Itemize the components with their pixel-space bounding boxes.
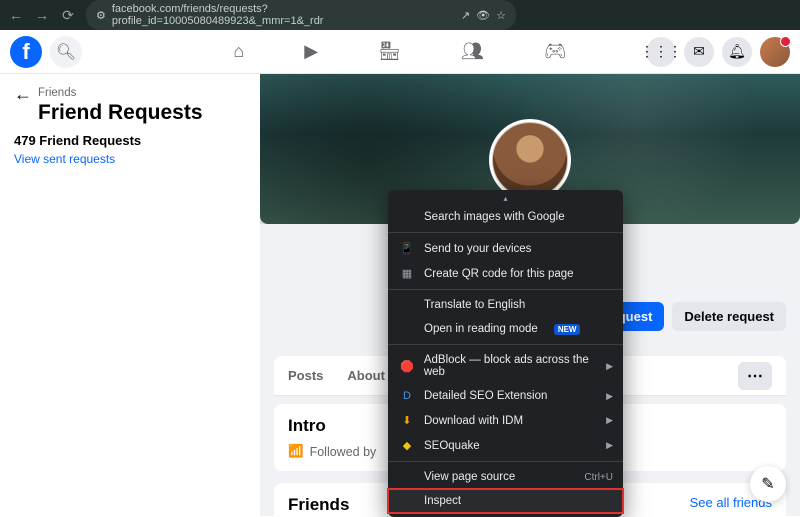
profile-picture[interactable] <box>489 119 571 201</box>
menu-item-label: Download with IDM <box>424 415 523 427</box>
facebook-top-bar: f 🔍︎ ⌂ ▶ 🏪︎ 👥︎ 🎮︎ ⋮⋮⋮ ✉ 🔔︎ <box>0 30 800 74</box>
reload-icon[interactable]: ⟳ <box>60 7 76 24</box>
forward-icon[interactable]: → <box>34 7 50 23</box>
context-menu: ▴ Search images with Google 📱 Send to your… <box>388 190 623 517</box>
context-menu-item[interactable]: 🛑 AdBlock — block ads across the web▶ <box>388 348 623 384</box>
gaming-icon[interactable]: 🎮︎ <box>544 41 567 62</box>
shortcut-label: Ctrl+U <box>584 472 613 483</box>
menu-item-label: Translate to English <box>424 299 525 311</box>
site-settings-icon[interactable]: ⚙ <box>96 9 106 22</box>
context-menu-item[interactable]: 📱 Send to your devices <box>388 236 623 261</box>
menu-item-label: Send to your devices <box>424 243 531 255</box>
request-count: 479 Friend Requests <box>14 133 246 148</box>
menu-item-icon: ⬇ <box>400 414 414 427</box>
page-title: Friend Requests <box>38 101 246 125</box>
menu-grid-icon[interactable]: ⋮⋮⋮ <box>646 37 676 67</box>
submenu-arrow-icon: ▶ <box>606 361 613 372</box>
star-icon[interactable]: ☆ <box>496 9 506 22</box>
context-menu-item[interactable]: ⬇ Download with IDM ▶ <box>388 408 623 433</box>
menu-item-icon: 🛑 <box>400 360 414 373</box>
edit-fab[interactable]: ✎ <box>750 466 786 502</box>
context-menu-item[interactable]: ◆ SEOquake ▶ <box>388 433 623 458</box>
menu-item-label: Open in reading mode <box>424 323 538 335</box>
menu-item-icon: D <box>400 390 414 402</box>
context-menu-item[interactable]: Translate to English <box>388 293 623 317</box>
share-icon[interactable]: ↗ <box>461 9 470 22</box>
video-icon[interactable]: ▶ <box>304 41 318 62</box>
context-menu-item[interactable]: Open in reading mode NEW <box>388 317 623 341</box>
facebook-logo[interactable]: f <box>10 36 42 68</box>
submenu-arrow-icon: ▶ <box>606 415 613 426</box>
context-menu-item[interactable]: D Detailed SEO Extension ▶ <box>388 384 623 408</box>
menu-item-label: Inspect <box>424 495 461 507</box>
tab-about[interactable]: About <box>347 368 385 383</box>
messenger-icon[interactable]: ✉ <box>684 37 714 67</box>
view-sent-requests-link[interactable]: View sent requests <box>14 152 246 166</box>
menu-item-icon: ◆ <box>400 439 414 452</box>
context-menu-item[interactable]: View page source Ctrl+U <box>388 465 623 489</box>
account-avatar[interactable] <box>760 37 790 67</box>
context-menu-item[interactable]: Search images with Google <box>388 205 623 229</box>
menu-item-label: Create QR code for this page <box>424 268 574 280</box>
submenu-arrow-icon: ▶ <box>606 440 613 451</box>
friends-heading: Friends <box>288 495 380 515</box>
friends-sidebar: ← Friends Friend Requests 479 Friend Req… <box>0 74 260 516</box>
menu-item-label: SEOquake <box>424 440 480 452</box>
groups-icon[interactable]: 👥︎ <box>461 41 484 62</box>
context-menu-scroll-up-icon[interactable]: ▴ <box>388 194 623 205</box>
menu-item-label: Search images with Google <box>424 211 565 223</box>
rss-icon: 📶 <box>288 444 304 459</box>
tab-posts[interactable]: Posts <box>288 368 323 383</box>
notifications-icon[interactable]: 🔔︎ <box>722 37 752 67</box>
url-text: facebook.com/friends/requests?profile_id… <box>112 3 455 27</box>
context-menu-item[interactable]: Inspect <box>388 489 623 513</box>
menu-item-label: Detailed SEO Extension <box>424 390 547 402</box>
search-button[interactable]: 🔍︎ <box>50 36 82 68</box>
back-icon[interactable]: ← <box>8 7 24 23</box>
new-badge: NEW <box>554 324 581 335</box>
delete-request-button[interactable]: Delete request <box>672 302 786 331</box>
address-bar[interactable]: ⚙ facebook.com/friends/requests?profile_… <box>86 0 516 30</box>
context-menu-item[interactable]: ▦ Create QR code for this page <box>388 261 623 286</box>
menu-item-icon: 📱 <box>400 242 414 255</box>
submenu-arrow-icon: ▶ <box>606 391 613 402</box>
visibility-off-icon[interactable]: 👁 <box>476 9 490 22</box>
menu-item-icon: ▦ <box>400 267 414 280</box>
breadcrumb[interactable]: Friends <box>38 87 246 99</box>
browser-chrome: ← → ⟳ ⚙ facebook.com/friends/requests?pr… <box>0 0 800 30</box>
menu-item-label: AdBlock — block ads across the web <box>424 354 611 378</box>
menu-item-label: View page source <box>424 471 515 483</box>
marketplace-icon[interactable]: 🏪︎ <box>378 41 401 62</box>
followed-by-text: Followed by <box>310 445 377 459</box>
more-tabs-button[interactable]: ⋯ <box>738 362 772 390</box>
home-icon[interactable]: ⌂ <box>233 41 244 62</box>
